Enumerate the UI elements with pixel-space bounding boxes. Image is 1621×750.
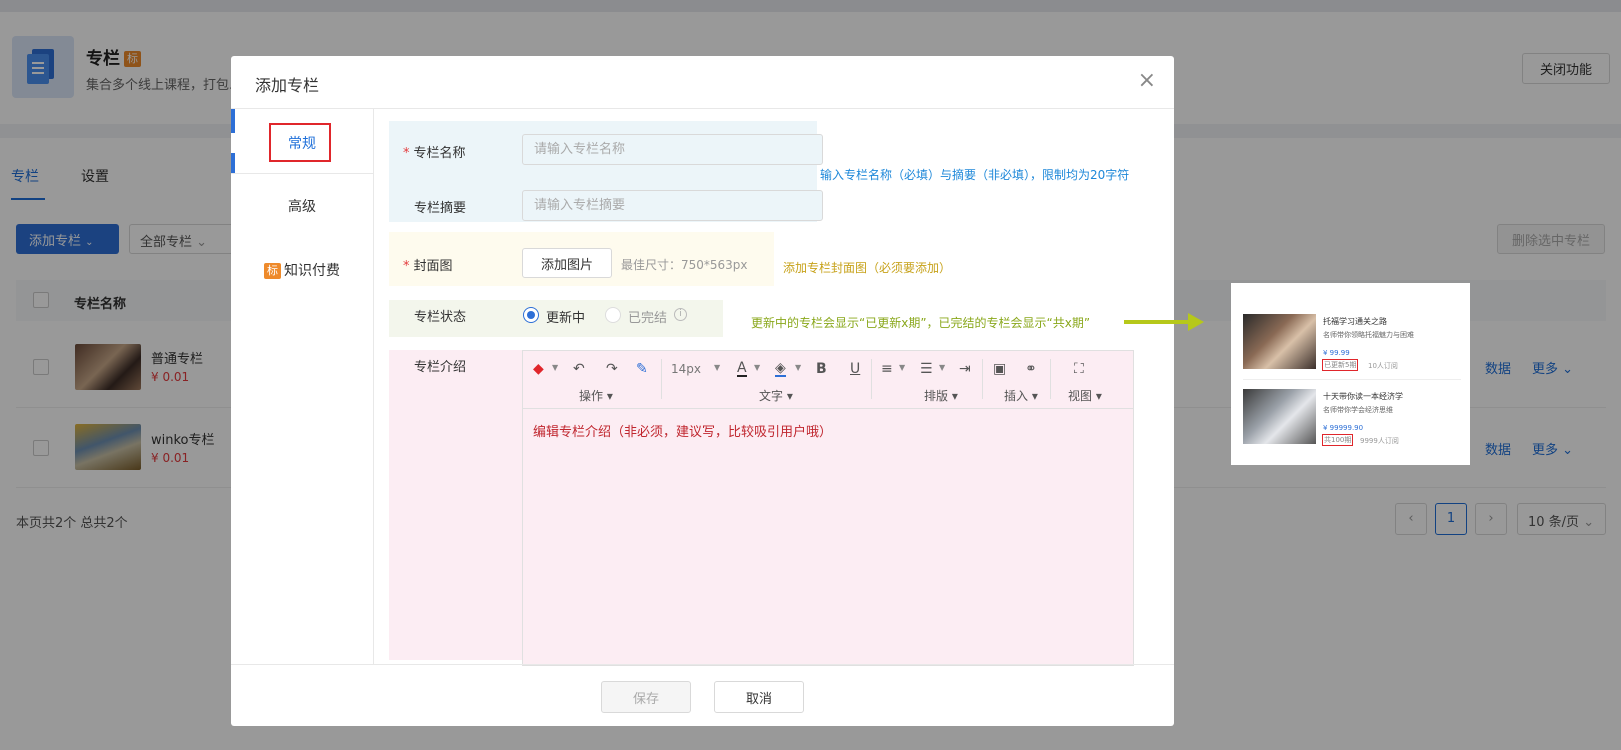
redo-icon[interactable]: ↷ [606, 361, 618, 377]
rich-text-editor[interactable]: ◆ ▼ ↶ ↷ ✎ 操作 ▾ 14px ▼ A ▼ ◈ ▼ B U 文字 ▾ ≡… [522, 350, 1134, 666]
summary-label: 专栏摘要 [414, 201, 467, 216]
dialog-footer: 保存 取消 [231, 664, 1174, 726]
preview-subscribers: 9999人订阅 [1360, 437, 1399, 445]
status-updating-radio[interactable] [523, 307, 539, 323]
toolbar-group-insert[interactable]: 插入 ▾ [1004, 387, 1038, 404]
annotation-cover: 添加专栏封面图（必须要添加） [783, 261, 952, 275]
background-color-icon[interactable]: ◈ [775, 361, 786, 377]
preview-title: 十天带你读一本经济学 [1323, 392, 1403, 401]
font-size-select[interactable]: 14px [671, 361, 701, 377]
toolbar-separator [871, 359, 872, 399]
status-preview-card: 托福学习通关之路 名师带你领略托福魅力与困难 ¥ 99.99 已更新5期 10人… [1231, 283, 1470, 465]
toolbar-group-view[interactable]: 视图 ▾ [1068, 387, 1102, 404]
info-icon[interactable]: i [674, 308, 687, 321]
sidebar-divider [231, 173, 374, 174]
preview-item: 十天带你读一本经济学 名师带你学会经济思维 ¥ 99999.90 共100期 9… [1243, 389, 1461, 449]
editor-content[interactable]: 编辑专栏介绍（非必须，建议写，比较吸引用户哦） [533, 421, 832, 440]
link-icon[interactable]: ⚭ [1025, 361, 1037, 377]
annotation-name-summary: 输入专栏名称（必填）与摘要（非必填），限制均为20字符 [820, 168, 1130, 182]
preview-divider [1243, 379, 1461, 380]
cancel-button[interactable]: 取消 [714, 681, 804, 713]
status-finished-radio[interactable] [605, 307, 621, 323]
highlight-box [269, 123, 331, 162]
indent-icon[interactable]: ⇥ [959, 361, 971, 377]
toolbar-separator [661, 359, 662, 399]
preview-subtitle: 名师带你领略托福魅力与困难 [1323, 331, 1414, 339]
column-name-input[interactable] [522, 134, 823, 165]
preview-price: ¥ 99999.90 [1323, 424, 1364, 432]
preview-price: ¥ 99.99 [1323, 349, 1350, 357]
preview-thumbnail [1243, 389, 1316, 444]
editor-toolbar: ◆ ▼ ↶ ↷ ✎ 操作 ▾ 14px ▼ A ▼ ◈ ▼ B U 文字 ▾ ≡… [523, 351, 1133, 409]
column-summary-input[interactable] [522, 190, 823, 221]
cover-size-hint: 最佳尺寸：750*563px [621, 258, 748, 272]
font-color-icon[interactable]: A [737, 361, 747, 377]
preview-title: 托福学习通关之路 [1323, 317, 1387, 326]
dialog-header: 添加专栏 × [231, 56, 1174, 109]
chevron-down-icon[interactable]: ▼ [899, 363, 905, 372]
annotation-status: 更新中的专栏会显示“已更新x期”，已完结的专栏会显示“共x期” [751, 316, 1091, 330]
bold-icon[interactable]: B [816, 361, 827, 377]
status-label: 专栏状态 [414, 310, 467, 325]
chevron-down-icon[interactable]: ▼ [552, 363, 558, 372]
eraser-icon[interactable]: ◆ [533, 361, 544, 377]
toolbar-separator [982, 359, 983, 399]
tag-badge: 标 [264, 263, 281, 279]
status-updating-label[interactable]: 更新中 [546, 307, 585, 326]
toolbar-group-text[interactable]: 文字 ▾ [759, 387, 793, 404]
add-column-dialog: 添加专栏 × 常规 高级 标知识付费 *专栏名称 专栏摘要 *封面图 添加图片 … [231, 56, 1174, 726]
toolbar-separator [1050, 359, 1051, 399]
dialog-title: 添加专栏 [255, 76, 320, 95]
preview-item: 托福学习通关之路 名师带你领略托福魅力与困难 ¥ 99.99 已更新5期 10人… [1243, 314, 1461, 374]
dialog-sidebar: 常规 高级 标知识付费 [231, 109, 374, 665]
arrow-line [1124, 320, 1190, 324]
preview-thumbnail [1243, 314, 1316, 369]
preview-badge: 共100期 [1322, 434, 1354, 446]
name-label: * 专栏名称 [403, 146, 466, 161]
chevron-down-icon[interactable]: ▼ [754, 363, 760, 372]
arrow-right-icon [1188, 313, 1204, 331]
intro-label: 专栏介绍 [414, 360, 467, 375]
align-icon[interactable]: ≡ [881, 361, 893, 377]
cover-label: * 封面图 [403, 259, 453, 274]
image-icon[interactable]: ▣ [993, 361, 1006, 377]
chevron-down-icon[interactable]: ▼ [714, 363, 720, 372]
close-icon[interactable]: × [1138, 70, 1156, 92]
toolbar-group-operation[interactable]: 操作 ▾ [579, 387, 613, 404]
chevron-down-icon[interactable]: ▼ [939, 363, 945, 372]
toolbar-group-layout[interactable]: 排版 ▾ [924, 387, 958, 404]
preview-badge: 已更新5期 [1322, 359, 1359, 371]
sidebar-item-advanced[interactable]: 高级 [231, 196, 373, 216]
underline-icon[interactable]: U [850, 361, 860, 377]
fullscreen-icon[interactable]: ⛶ [1074, 361, 1084, 377]
sidebar-item-paid-knowledge[interactable]: 标知识付费 [231, 260, 373, 280]
status-finished-label[interactable]: 已完结 [628, 307, 667, 326]
line-height-icon[interactable]: ☰ [920, 361, 933, 377]
preview-subscribers: 10人订阅 [1368, 362, 1398, 370]
chevron-down-icon[interactable]: ▼ [795, 363, 801, 372]
format-painter-icon[interactable]: ✎ [636, 361, 648, 377]
undo-icon[interactable]: ↶ [573, 361, 585, 377]
save-button[interactable]: 保存 [601, 681, 691, 713]
preview-subtitle: 名师带你学会经济思维 [1323, 406, 1393, 414]
add-image-button[interactable]: 添加图片 [522, 248, 612, 278]
